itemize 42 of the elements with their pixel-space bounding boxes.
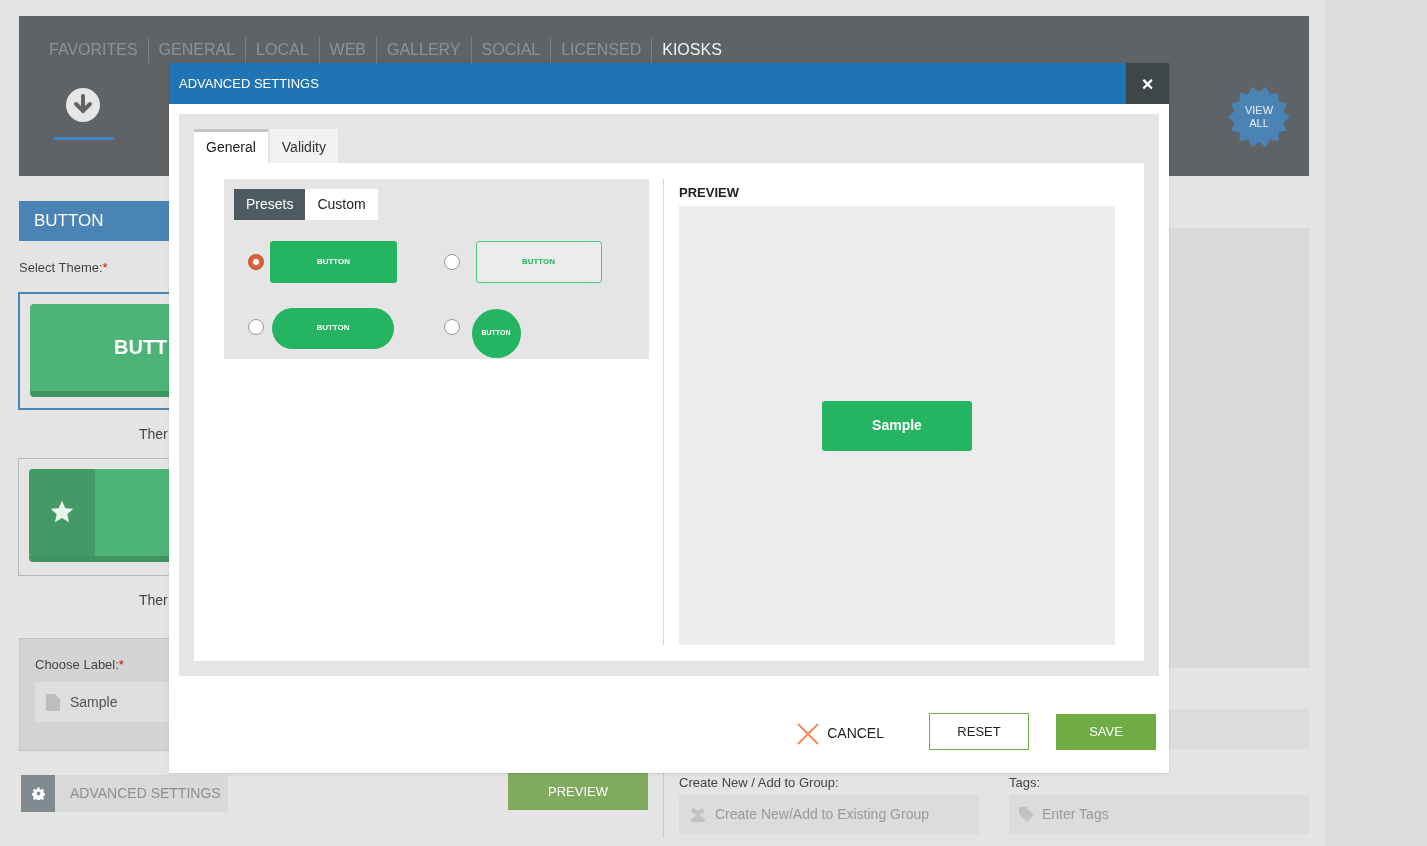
radio-button[interactable] bbox=[443, 319, 460, 335]
theme-caption: Ther bbox=[139, 424, 169, 444]
preset-button[interactable]: BUTTON bbox=[272, 307, 394, 349]
tab[interactable]: General bbox=[194, 129, 268, 163]
preset-button[interactable]: BUTTON bbox=[475, 241, 602, 283]
sample-button[interactable]: Sample bbox=[822, 400, 972, 451]
field-label: Choose Label: bbox=[35, 655, 119, 674]
tag-icon bbox=[1019, 807, 1034, 822]
document-icon bbox=[46, 693, 60, 711]
field-label: Create New / Add to Group: bbox=[679, 776, 840, 792]
users-icon bbox=[689, 807, 707, 822]
radio-button[interactable] bbox=[248, 319, 264, 335]
mode-tab[interactable]: Custom bbox=[305, 189, 378, 220]
modal-title: ADVANCED SETTINGS bbox=[178, 74, 319, 93]
tab[interactable]: Validity bbox=[269, 129, 338, 163]
button-text: BUTT bbox=[114, 335, 168, 360]
close-button[interactable]: × bbox=[1126, 63, 1169, 104]
save-button[interactable]: SAVE bbox=[1056, 713, 1156, 750]
reset-button[interactable]: RESET bbox=[929, 713, 1029, 750]
preview-title: PREVIEW bbox=[679, 184, 740, 202]
star-icon bbox=[49, 499, 75, 525]
group-field[interactable]: Create New/Add to Existing Group bbox=[679, 795, 979, 834]
theme-caption: Ther bbox=[139, 590, 169, 610]
active-underline bbox=[54, 137, 114, 140]
nav-tab[interactable]: KIOSKS bbox=[662, 38, 722, 62]
download-icon[interactable] bbox=[66, 88, 100, 122]
mode-tab[interactable]: Presets bbox=[234, 189, 306, 220]
input-field[interactable] bbox=[1169, 709, 1309, 749]
field-label: Select Theme: bbox=[19, 259, 103, 277]
cancel-button[interactable]: CANCEL bbox=[797, 722, 884, 745]
close-icon bbox=[797, 722, 820, 745]
preview-button[interactable]: PREVIEW bbox=[508, 773, 648, 810]
advanced-settings-button[interactable]: ADVANCED SETTINGS bbox=[21, 774, 228, 812]
view-all-badge[interactable]: VIEW ALL bbox=[1228, 86, 1290, 148]
radio-button[interactable] bbox=[443, 254, 460, 270]
tags-field[interactable]: Enter Tags bbox=[1009, 795, 1309, 834]
required-mark: * bbox=[118, 655, 124, 674]
radio-button[interactable] bbox=[248, 254, 264, 270]
preset-button[interactable]: BUTTON bbox=[270, 241, 397, 283]
field-label: Tags: bbox=[1009, 776, 1042, 792]
required-mark: * bbox=[102, 259, 108, 277]
settings-icon bbox=[31, 786, 45, 800]
